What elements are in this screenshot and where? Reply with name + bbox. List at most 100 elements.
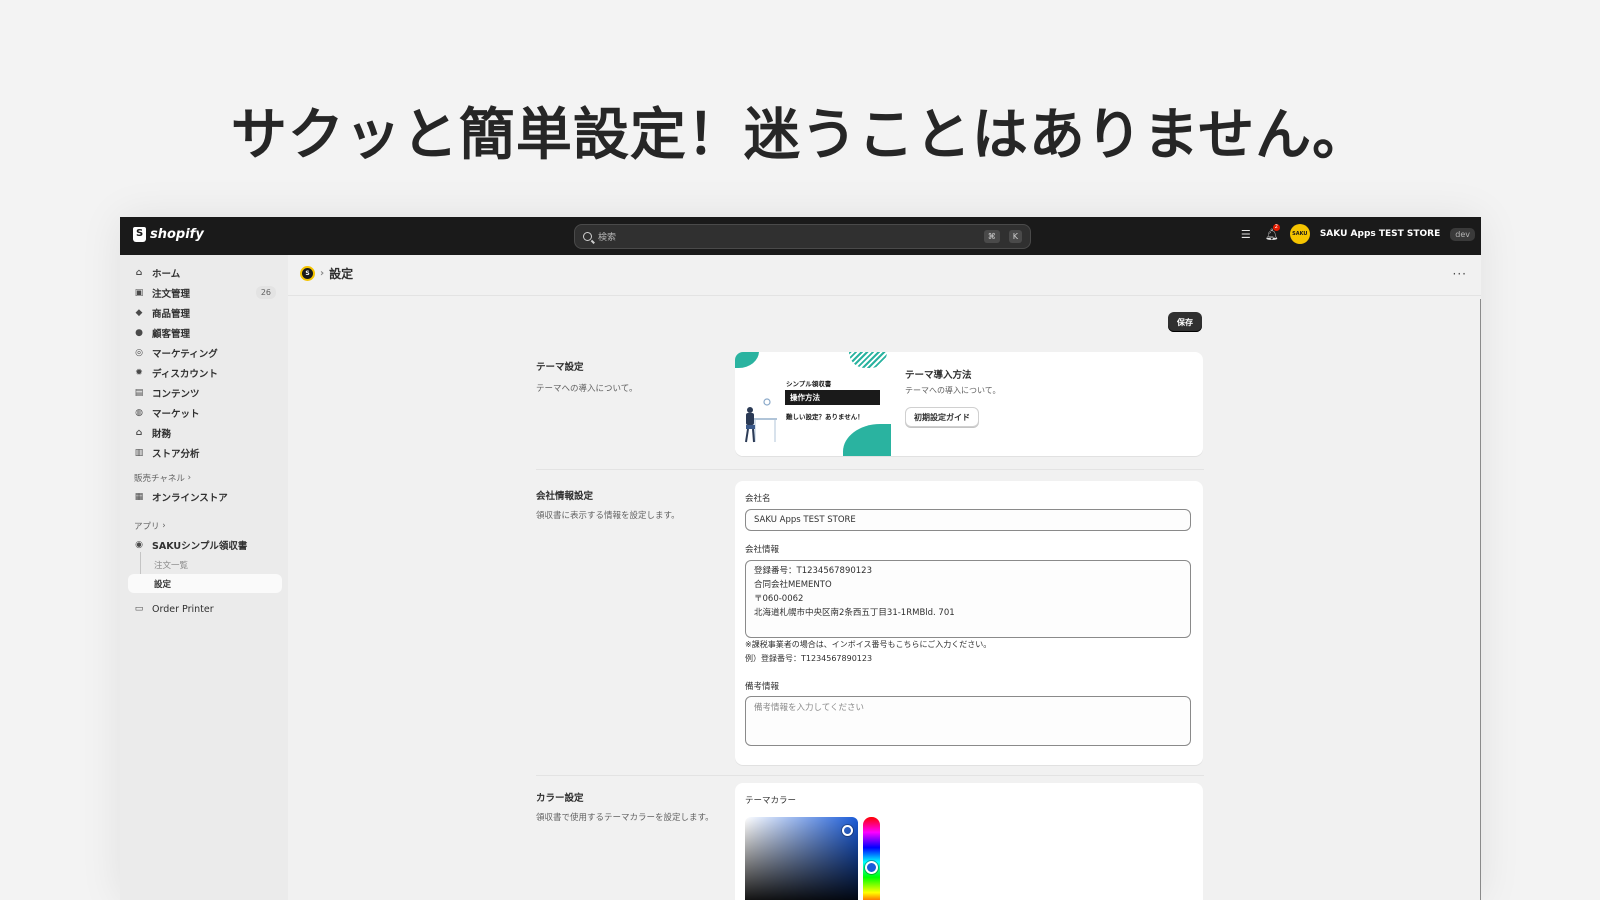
- dev-badge: dev: [1450, 227, 1475, 241]
- shopify-logo[interactable]: shopify: [133, 227, 204, 242]
- sidebar-item-label: マーケティング: [152, 349, 218, 360]
- initial-setup-guide-button[interactable]: 初期設定ガイド: [905, 407, 979, 427]
- theme-color-label: テーマカラー: [745, 796, 797, 806]
- sidebar-item-analytics[interactable]: ▥ ストア分析: [120, 443, 288, 463]
- person-at-desk-illustration: [745, 398, 777, 443]
- sidebar-subitem-orders-list[interactable]: 注文一覧: [120, 552, 288, 574]
- discount-icon: ✹: [135, 368, 143, 378]
- sidebar-item-label: ディスカウント: [152, 369, 218, 380]
- chevron-right-icon: ›: [159, 521, 166, 531]
- globe-icon: ◍: [135, 408, 143, 418]
- company-info-line: 〒060-0062: [754, 594, 804, 604]
- tag-icon: ◆: [135, 308, 143, 318]
- topbar: shopify 検索 ⌘ K ☰ 🔔︎2 SAKU Apps SAKU Apps…: [120, 217, 1481, 257]
- sidebar-subitem-label: 注文一覧: [154, 560, 189, 571]
- search-placeholder: 検索: [598, 233, 617, 243]
- more-actions-button[interactable]: ···: [1453, 267, 1467, 281]
- sidebar-item-customers[interactable]: ● 顧客管理: [120, 323, 288, 343]
- color-section-desc: 領収書で使用するテーマカラーを設定します。: [536, 813, 714, 823]
- chart-icon: ▥: [134, 448, 144, 458]
- banner-shape: [843, 424, 891, 456]
- main-content: S › 設定 ··· 保存 テーマ設定 テーマへの導入について。 シンプル領収書…: [288, 255, 1481, 900]
- tree-line: [140, 552, 141, 574]
- company-info-textarea[interactable]: 登録番号：T1234567890123 合同会社MEMENTO 〒060-006…: [745, 560, 1191, 638]
- color-saturation-picker[interactable]: [745, 817, 858, 900]
- apps-heading[interactable]: アプリ ›: [120, 517, 288, 535]
- sidebar-item-label: SAKUシンプル領収書: [152, 541, 248, 552]
- printer-icon: ▭: [134, 604, 144, 614]
- search-icon: [583, 232, 592, 241]
- company-name-label: 会社名: [745, 494, 771, 504]
- section-divider: [536, 775, 1204, 776]
- shortcut-cmd-key: ⌘: [983, 230, 1000, 243]
- shortcut-k-key: K: [1008, 230, 1022, 243]
- hue-slider-knob[interactable]: [865, 861, 878, 874]
- company-name-input[interactable]: SAKU Apps TEST STORE: [745, 509, 1191, 531]
- guide-desc: テーマへの導入について。: [905, 386, 1001, 395]
- notes-textarea[interactable]: 備考情報を入力してください: [745, 696, 1191, 746]
- sidebar-item-discounts[interactable]: ✹ ディスカウント: [120, 363, 288, 383]
- sidebar-item-home[interactable]: ⌂ ホーム: [120, 263, 288, 283]
- company-info-line: 登録番号：T1234567890123: [754, 566, 872, 576]
- chevron-right-icon: ›: [184, 473, 192, 483]
- guide-banner-image[interactable]: シンプル領収書 操作方法 難しい設定？ありません！: [735, 352, 891, 456]
- sidebar-item-label: 財務: [152, 429, 172, 440]
- invoice-help-text: ※課税事業者の場合は、インボイス番号もこちらにご入力ください。 例）登録番号：T…: [745, 638, 991, 666]
- sidebar-item-order-printer[interactable]: ▭ Order Printer: [120, 599, 288, 619]
- notification-bell-icon[interactable]: 🔔︎ 2: [1264, 224, 1280, 242]
- notification-count: 2: [1272, 224, 1280, 231]
- sidebar-item-orders[interactable]: ▣ 注文管理 26: [120, 283, 288, 303]
- sidebar-item-saku-app[interactable]: ◉ SAKUシンプル領収書: [120, 535, 288, 555]
- hero-title: サクッと簡単設定！迷うことはありません。: [230, 103, 1370, 168]
- color-picker-knob[interactable]: [842, 825, 853, 836]
- sidebar-item-label: ストア分析: [152, 449, 200, 460]
- target-icon: ◎: [135, 348, 143, 358]
- sidebar-item-label: 商品管理: [152, 309, 191, 320]
- banner-line-1: シンプル領収書: [786, 380, 832, 388]
- saku-app-icon: ◉: [135, 540, 143, 550]
- sidebar-item-products[interactable]: ◆ 商品管理: [120, 303, 288, 323]
- company-info-line: 北海道札幌市中央区南2条西五丁目31-1RMBld. 701: [754, 608, 955, 618]
- saku-app-icon[interactable]: S: [300, 266, 315, 281]
- content-edge: [1480, 299, 1481, 900]
- save-button[interactable]: 保存: [1168, 312, 1202, 332]
- sidebar-item-label: コンテンツ: [152, 389, 200, 400]
- shopify-bag-icon: [133, 227, 146, 242]
- section-divider: [536, 469, 1204, 470]
- sidebar-item-finance[interactable]: ⌂ 財務: [120, 423, 288, 443]
- color-settings-card: テーマカラー: [735, 783, 1203, 900]
- sidebar-subitem-settings[interactable]: 設定: [128, 574, 282, 593]
- sidebar-item-label: Order Printer: [152, 603, 214, 615]
- header-divider: [288, 295, 1481, 296]
- person-icon: ●: [135, 328, 143, 338]
- company-info-label: 会社情報: [745, 545, 780, 555]
- app-shelf-icon[interactable]: ☰: [1238, 226, 1254, 242]
- guide-title: テーマ導入方法: [905, 370, 972, 381]
- shopify-admin-window: shopify 検索 ⌘ K ☰ 🔔︎2 SAKU Apps SAKU Apps…: [120, 217, 1481, 900]
- banner-shape: [849, 352, 887, 368]
- chevron-right-icon: ›: [320, 268, 325, 279]
- orders-icon: ▣: [134, 288, 144, 298]
- invoice-help-example: 例）登録番号：T1234567890123: [745, 654, 873, 663]
- home-icon: ⌂: [135, 268, 143, 278]
- sidebar-item-content[interactable]: ▤ コンテンツ: [120, 383, 288, 403]
- store-avatar[interactable]: SAKU Apps: [1289, 224, 1310, 257]
- topbar-actions: ☰ 🔔︎ 2 SAKU Apps SAKU Apps TEST STORE dev: [1238, 224, 1475, 257]
- bank-icon: ⌂: [135, 428, 143, 438]
- sidebar-item-marketing[interactable]: ◎ マーケティング: [120, 343, 288, 363]
- sales-channels-heading[interactable]: 販売チャネル ›: [120, 469, 288, 487]
- sidebar-item-markets[interactable]: ◍ マーケット: [120, 403, 288, 423]
- company-info-card: 会社名 SAKU Apps TEST STORE 会社情報 登録番号：T1234…: [735, 481, 1203, 765]
- sidebar-item-label: オンラインストア: [152, 493, 228, 504]
- sidebar-item-label: ホーム: [152, 269, 181, 280]
- sidebar-item-label: 注文管理: [152, 289, 191, 300]
- company-section-desc: 領収書に表示する情報を設定します。: [536, 511, 680, 521]
- sidebar-subitem-label: 設定: [154, 579, 172, 590]
- sidebar-item-online-store[interactable]: ▦ オンラインストア: [120, 487, 288, 507]
- search-bar[interactable]: 検索 ⌘ K: [574, 224, 1031, 249]
- company-section-title: 会社情報設定: [536, 491, 594, 502]
- company-info-line: 合同会社MEMENTO: [754, 580, 832, 590]
- store-name[interactable]: SAKU Apps TEST STORE: [1320, 229, 1440, 239]
- hue-slider[interactable]: [863, 817, 880, 900]
- page-title: 設定: [329, 267, 354, 281]
